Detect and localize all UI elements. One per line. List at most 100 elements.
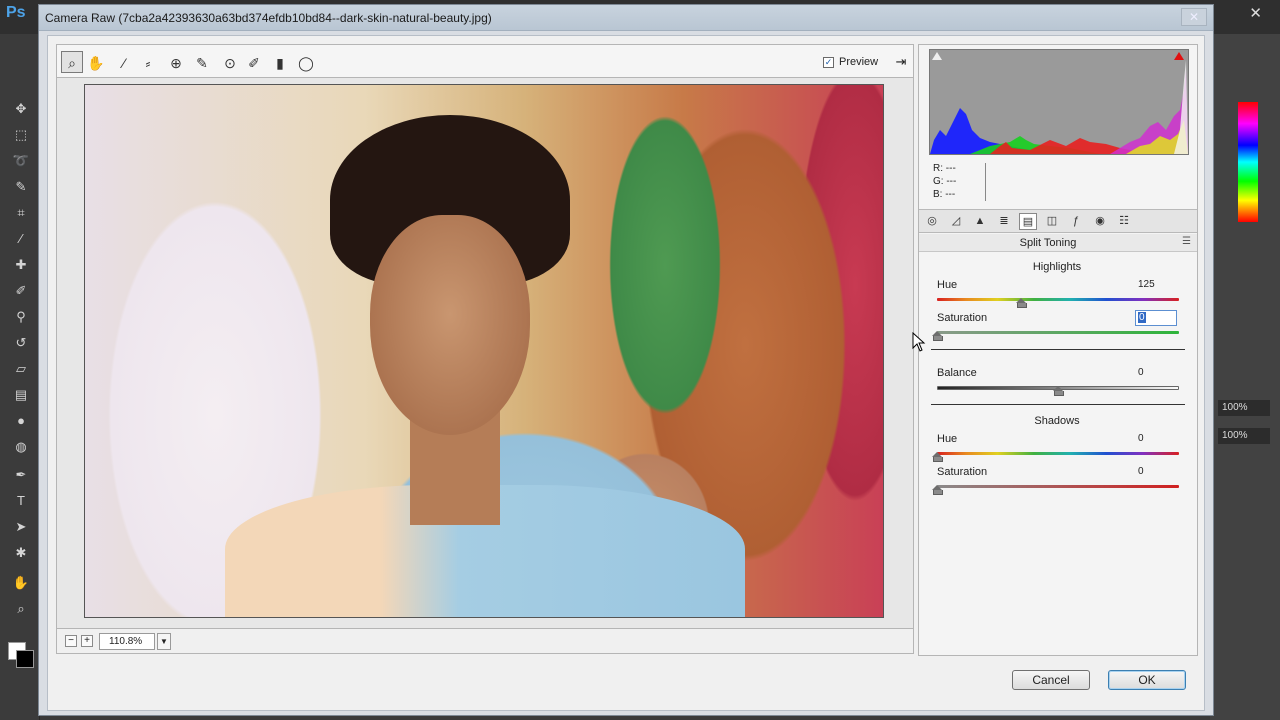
move-tool-icon[interactable]: ✥ — [12, 100, 30, 118]
highlights-saturation-value: 0 — [1138, 312, 1146, 323]
balance-field[interactable]: 0 — [1135, 365, 1177, 381]
shadows-saturation-slider[interactable] — [937, 485, 1179, 488]
cancel-button[interactable]: Cancel — [1012, 670, 1090, 690]
zoom-tool-icon[interactable]: ⌕ — [12, 600, 30, 618]
highlights-saturation-field[interactable]: 0 — [1135, 310, 1177, 326]
shadows-hue-label: Hue — [937, 433, 958, 445]
shadows-title: Shadows — [1034, 415, 1080, 427]
zoom-dropdown-icon[interactable]: ▼ — [157, 633, 171, 650]
highlights-saturation-thumb[interactable] — [932, 331, 943, 341]
shadows-saturation-thumb[interactable] — [932, 485, 943, 495]
path-select-tool-icon[interactable]: ➤ — [12, 518, 30, 536]
dialog-close-button[interactable]: ✕ — [1181, 8, 1207, 26]
panel-tab-strip: ◎ ◿ ▲ ≣ ▤ ◫ ƒ ◉ ☷ — [919, 209, 1197, 233]
hsl-tab-icon[interactable]: ≣ — [995, 213, 1013, 230]
detail-tab-icon[interactable]: ▲ — [971, 213, 989, 230]
balance-label: Balance — [937, 367, 977, 379]
lasso-tool-icon[interactable]: ➰ — [12, 152, 30, 170]
eraser-tool-icon[interactable]: ▱ — [12, 360, 30, 378]
highlights-hue-thumb[interactable] — [1015, 298, 1027, 308]
dialog-client: ⌕ ✋ ⁄ ⸗ ⊕ ✎ ⊙ ✐ ▮ ◯ ✓ Preview ⇥ − + 110.… — [47, 35, 1205, 711]
histogram-graph — [930, 60, 1188, 154]
preview-checkbox[interactable]: ✓ — [823, 57, 834, 68]
highlights-title: Highlights — [1032, 261, 1082, 273]
crop-tool-icon[interactable]: ⌗ — [12, 204, 30, 222]
highlights-saturation-label: Saturation — [937, 312, 988, 324]
graduated-filter-icon[interactable]: ▮ — [269, 51, 291, 73]
effects-tab-icon[interactable]: ƒ — [1067, 213, 1085, 230]
zoom-bar: − + 110.8% ▼ — [56, 628, 914, 654]
image-preview-area — [56, 78, 914, 628]
spot-removal-icon[interactable]: ⊙ — [219, 51, 241, 73]
shadows-hue-slider[interactable] — [937, 452, 1179, 455]
balance-thumb[interactable] — [1053, 386, 1064, 396]
highlights-hue-label: Hue — [937, 279, 958, 291]
history-brush-tool-icon[interactable]: ↺ — [12, 334, 30, 352]
white-balance-icon[interactable]: ⁄ — [113, 51, 135, 73]
camera-raw-toolbar: ⌕ ✋ ⁄ ⸗ ⊕ ✎ ⊙ ✐ ▮ ◯ ✓ Preview ⇥ — [56, 44, 914, 78]
highlights-hue-field[interactable]: 125 — [1135, 277, 1177, 293]
dodge-tool-icon[interactable]: ◍ — [12, 438, 30, 456]
brush-tool-icon[interactable]: ✐ — [12, 282, 30, 300]
adjustment-panel: R: --- G: --- B: --- ◎ ◿ ▲ ≣ ▤ ◫ ƒ ◉ ☷ S… — [918, 44, 1198, 656]
mouse-cursor-icon — [912, 332, 926, 352]
fullscreen-toggle-icon[interactable]: ⇥ — [891, 53, 911, 71]
shadows-hue-thumb[interactable] — [932, 452, 943, 462]
panel-menu-icon[interactable]: ☰ — [1182, 236, 1191, 247]
tone-curve-tab-icon[interactable]: ◿ — [947, 213, 965, 230]
shadows-hue-field[interactable]: 0 — [1135, 431, 1177, 447]
zoom-level-field[interactable]: 110.8% — [99, 633, 155, 650]
opacity-field[interactable]: 100% — [1218, 400, 1270, 416]
pen-tool-icon[interactable]: ✒ — [12, 466, 30, 484]
basic-tab-icon[interactable]: ◎ — [923, 213, 941, 230]
stamp-tool-icon[interactable]: ⚲ — [12, 308, 30, 326]
presets-tab-icon[interactable]: ☷ — [1115, 213, 1133, 230]
panel-title: Split Toning — [1019, 237, 1077, 249]
highlights-saturation-slider[interactable] — [937, 331, 1179, 334]
ok-button[interactable]: OK — [1108, 670, 1186, 690]
divider-rule — [931, 349, 1185, 350]
lens-corrections-tab-icon[interactable]: ◫ — [1043, 213, 1061, 230]
healing-tool-icon[interactable]: ✚ — [12, 256, 30, 274]
highlights-hue-slider[interactable] — [937, 298, 1179, 301]
zoom-out-button[interactable]: − — [65, 635, 77, 647]
shape-tool-icon[interactable]: ✱ — [12, 544, 30, 562]
fill-field[interactable]: 100% — [1218, 428, 1270, 444]
quick-select-tool-icon[interactable]: ✎ — [12, 178, 30, 196]
type-tool-icon[interactable]: T — [12, 492, 30, 510]
dialog-titlebar: Camera Raw (7cba2a42393630a63bd374efdb10… — [39, 5, 1213, 31]
photoshop-close-button[interactable]: ✕ — [1249, 4, 1262, 22]
color-sampler-icon[interactable]: ⸗ — [137, 51, 159, 73]
zoom-in-button[interactable]: + — [81, 635, 93, 647]
histogram — [929, 49, 1189, 155]
background-color-swatch[interactable] — [16, 650, 34, 668]
shadows-saturation-label: Saturation — [937, 466, 988, 478]
radial-filter-icon[interactable]: ◯ — [295, 51, 317, 73]
hand-icon[interactable]: ✋ — [85, 51, 107, 73]
targeted-adjustment-icon[interactable]: ⊕ — [165, 51, 187, 73]
camera-calibration-tab-icon[interactable]: ◉ — [1091, 213, 1109, 230]
camera-raw-dialog: Camera Raw (7cba2a42393630a63bd374efdb10… — [38, 4, 1214, 716]
split-toning-tab-icon[interactable]: ▤ — [1019, 213, 1037, 230]
photoshop-logo: Ps — [6, 4, 26, 21]
adjustment-brush-icon[interactable]: ✐ — [243, 51, 265, 73]
panel-header: Split Toning ☰ — [919, 234, 1197, 252]
straighten-icon[interactable]: ✎ — [191, 51, 213, 73]
shadows-saturation-field[interactable]: 0 — [1135, 464, 1177, 480]
blue-readout: B: --- — [933, 189, 956, 200]
photoshop-tools-panel: ✥ ⬚ ➰ ✎ ⌗ ⁄ ✚ ✐ ⚲ ↺ ▱ ▤ ● ◍ ✒ T ➤ ✱ ✋ ⌕ — [0, 34, 40, 720]
red-readout: R: --- — [933, 163, 956, 174]
preview-label: Preview — [839, 56, 879, 68]
rgb-readout: R: --- G: --- B: --- — [933, 163, 993, 202]
photo-preview[interactable] — [84, 84, 884, 618]
blur-tool-icon[interactable]: ● — [12, 412, 30, 430]
eyedropper-tool-icon[interactable]: ⁄ — [12, 230, 30, 248]
marquee-tool-icon[interactable]: ⬚ — [12, 126, 30, 144]
hand-tool-icon[interactable]: ✋ — [12, 574, 30, 592]
readout-divider — [985, 163, 986, 201]
color-spectrum[interactable] — [1238, 102, 1258, 222]
zoom-icon[interactable]: ⌕ — [61, 51, 83, 73]
photo-face — [370, 215, 530, 435]
gradient-tool-icon[interactable]: ▤ — [12, 386, 30, 404]
green-readout: G: --- — [933, 176, 957, 187]
